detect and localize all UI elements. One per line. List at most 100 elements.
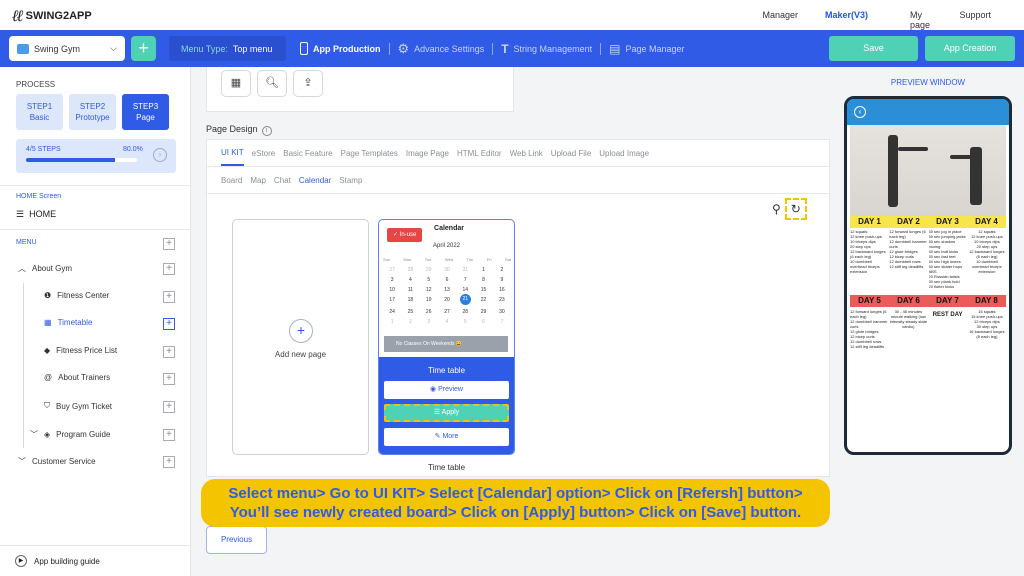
- add-app-button[interactable]: +: [131, 36, 156, 61]
- calendar-day[interactable]: 13: [438, 287, 456, 293]
- calendar-day[interactable]: 1: [383, 319, 401, 325]
- upload-tool-button[interactable]: ⇪: [293, 70, 323, 97]
- nav-maker[interactable]: Maker(V3): [825, 10, 868, 20]
- app-creation-button[interactable]: App Creation: [925, 36, 1015, 61]
- tab-upload-image[interactable]: Upload Image: [599, 149, 649, 158]
- calendar-day[interactable]: 25: [401, 309, 419, 315]
- tab-image-page[interactable]: Image Page: [406, 149, 449, 158]
- info-icon[interactable]: i: [261, 126, 272, 136]
- calendar-day[interactable]: 3: [383, 277, 401, 283]
- calendar-day[interactable]: 28: [456, 309, 474, 315]
- calendar-day[interactable]: 6: [474, 319, 492, 325]
- tab-string-management[interactable]: T String Management: [501, 42, 592, 56]
- search-icon[interactable]: ⚲: [772, 202, 781, 216]
- subtab-map[interactable]: Map: [250, 176, 266, 185]
- calendar-day[interactable]: 9: [493, 277, 511, 283]
- calendar-day[interactable]: 8: [474, 277, 492, 283]
- calendar-day[interactable]: 2: [493, 267, 511, 273]
- apply-button[interactable]: ☰ Apply: [384, 404, 509, 422]
- add-submenu-icon[interactable]: +: [163, 429, 175, 441]
- refresh-button[interactable]: ↻: [784, 198, 807, 220]
- nav-my-page[interactable]: My page: [910, 10, 930, 30]
- step2-button[interactable]: STEP2 Prototype: [69, 94, 116, 130]
- sidebar-item-fitness-price-list[interactable]: ◆ Fitness Price List: [44, 346, 117, 355]
- calendar-day[interactable]: 28: [401, 267, 419, 273]
- calendar-day[interactable]: 29: [474, 309, 492, 315]
- add-submenu-icon[interactable]: +: [163, 346, 175, 358]
- calendar-day[interactable]: 18: [401, 297, 419, 305]
- calendar-day[interactable]: 11: [401, 287, 419, 293]
- calendar-day[interactable]: 7: [493, 319, 511, 325]
- sidebar-item-timetable[interactable]: ▦ Timetable: [44, 318, 92, 327]
- add-new-page-card[interactable]: + Add new page: [232, 219, 369, 455]
- search-tool-button[interactable]: 🔍︎: [257, 70, 287, 97]
- sidebar-item-about-gym[interactable]: ︿ About Gym: [18, 263, 72, 274]
- tab-advance-settings[interactable]: ⚙ Advance Settings: [398, 41, 485, 57]
- subtab-stamp[interactable]: Stamp: [339, 176, 362, 185]
- add-submenu-icon[interactable]: +: [163, 456, 175, 468]
- subtab-calendar[interactable]: Calendar: [299, 176, 331, 185]
- add-submenu-icon[interactable]: +: [163, 373, 175, 385]
- add-submenu-icon[interactable]: +: [163, 291, 175, 303]
- calendar-day[interactable]: 12: [420, 287, 438, 293]
- calendar-day[interactable]: 31: [456, 267, 474, 273]
- sidebar-item-about-trainers[interactable]: @ About Trainers: [44, 373, 110, 382]
- back-icon[interactable]: ‹: [854, 106, 866, 118]
- add-submenu-icon[interactable]: +: [163, 263, 175, 275]
- preview-button[interactable]: ◉ Preview: [384, 381, 509, 399]
- subtab-board[interactable]: Board: [221, 176, 242, 185]
- menu-type-selector[interactable]: Menu Type: Top menu: [169, 36, 286, 61]
- tab-app-production[interactable]: App Production: [300, 42, 381, 55]
- calendar-day[interactable]: 3: [420, 319, 438, 325]
- calendar-day[interactable]: 19: [420, 297, 438, 305]
- calendar-day[interactable]: 15: [474, 287, 492, 293]
- calendar-day[interactable]: 30: [438, 267, 456, 273]
- tab-page-templates[interactable]: Page Templates: [341, 149, 398, 158]
- step3-button[interactable]: STEP3 Page: [122, 94, 169, 130]
- calendar-day[interactable]: 16: [493, 287, 511, 293]
- add-submenu-icon[interactable]: +: [163, 401, 175, 413]
- sidebar-item-customer-service[interactable]: ﹀ Customer Service: [18, 456, 96, 467]
- home-item[interactable]: ☰ HOME: [16, 209, 56, 220]
- tab-estore[interactable]: eStore: [252, 149, 276, 158]
- sidebar-item-program-guide[interactable]: ﹀ ◈ Program Guide: [30, 429, 110, 440]
- calendar-day[interactable]: 27: [383, 267, 401, 273]
- tab-web-link[interactable]: Web Link: [510, 149, 543, 158]
- tab-basic-feature[interactable]: Basic Feature: [283, 149, 332, 158]
- app-building-guide[interactable]: ▶ App building guide: [0, 545, 191, 576]
- add-menu-icon[interactable]: +: [163, 238, 175, 250]
- calendar-template-card[interactable]: ✓ In-use Calendar April 2022 Sun Mon Tue We…: [378, 219, 515, 455]
- add-submenu-icon[interactable]: +: [163, 318, 175, 330]
- subtab-chat[interactable]: Chat: [274, 176, 291, 185]
- nav-support[interactable]: Support: [959, 10, 991, 20]
- more-button[interactable]: ✎ More: [384, 428, 509, 446]
- calendar-day[interactable]: 24: [383, 309, 401, 315]
- calendar-day[interactable]: 6: [438, 277, 456, 283]
- calendar-tool-button[interactable]: ▦: [221, 70, 251, 97]
- tab-upload-file[interactable]: Upload File: [551, 149, 591, 158]
- calendar-day[interactable]: 20: [438, 297, 456, 305]
- previous-button[interactable]: Previous: [206, 526, 267, 554]
- calendar-day[interactable]: 21: [459, 294, 471, 305]
- save-button[interactable]: Save: [829, 36, 918, 61]
- tab-ui-kit[interactable]: UI KIT: [221, 140, 244, 166]
- calendar-day[interactable]: 26: [420, 309, 438, 315]
- calendar-day[interactable]: 7: [456, 277, 474, 283]
- tab-html-editor[interactable]: HTML Editor: [457, 149, 502, 158]
- nav-manager[interactable]: Manager: [762, 10, 798, 20]
- calendar-day[interactable]: 17: [383, 297, 401, 305]
- calendar-day[interactable]: 2: [401, 319, 419, 325]
- calendar-day[interactable]: 1: [474, 267, 492, 273]
- calendar-day[interactable]: 5: [456, 319, 474, 325]
- calendar-day[interactable]: 5: [420, 277, 438, 283]
- calendar-day[interactable]: 10: [383, 287, 401, 293]
- tab-page-manager[interactable]: ▤ Page Manager: [609, 42, 684, 56]
- brand-logo[interactable]: ℓℓ SWING2APP: [12, 6, 92, 26]
- calendar-day[interactable]: 30: [493, 309, 511, 315]
- sidebar-item-buy-gym-ticket[interactable]: ⛉ Buy Gym Ticket: [44, 401, 112, 411]
- calendar-day[interactable]: 29: [420, 267, 438, 273]
- next-step-icon[interactable]: ›: [153, 148, 167, 162]
- calendar-day[interactable]: 27: [438, 309, 456, 315]
- calendar-day[interactable]: 23: [493, 297, 511, 305]
- sidebar-item-fitness-center[interactable]: ❶ Fitness Center: [44, 291, 109, 300]
